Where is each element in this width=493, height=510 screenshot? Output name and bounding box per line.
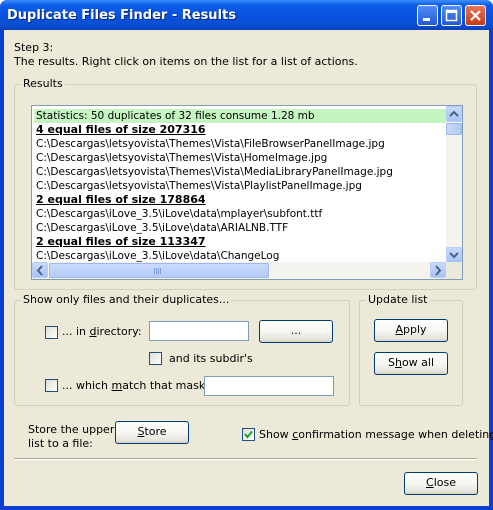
apply-button-key: A <box>395 323 403 336</box>
file-row[interactable]: C:\Descargas\letsyovista\Themes\Vista\Me… <box>36 165 393 179</box>
minimize-icon <box>423 18 430 21</box>
file-row[interactable]: C:\Descargas\letsyovista\Themes\Vista\Ho… <box>36 151 327 165</box>
subdirs-checkbox[interactable] <box>149 352 162 365</box>
close-icon <box>470 10 481 21</box>
vertical-scrollbar[interactable] <box>446 106 462 263</box>
confirm-delete-label-part: Show <box>259 428 293 441</box>
store-label-line2: list to a file: <box>28 437 93 450</box>
confirm-delete-label: Show confirmation message when deleting <box>259 428 493 442</box>
show-all-button-part: S <box>387 356 395 369</box>
step-number: Step 3: <box>14 41 54 54</box>
mask-label-rest: atch that mask: <box>122 379 209 392</box>
step-instructions: Step 3: The results. Right click on item… <box>14 41 358 69</box>
close-button-key: C <box>426 476 434 489</box>
maximize-icon <box>445 9 458 22</box>
show-all-button[interactable]: Show all <box>374 352 448 375</box>
scroll-up-button[interactable] <box>446 106 462 122</box>
in-directory-checkbox[interactable] <box>45 326 58 339</box>
subdirs-label: and its subdir's <box>169 352 253 365</box>
scroll-down-button[interactable] <box>446 247 462 263</box>
minimize-button[interactable] <box>417 5 438 26</box>
checkmark-icon <box>244 430 253 439</box>
confirm-delete-checkbox[interactable] <box>242 428 255 441</box>
store-label: Store the upper list to a file: <box>28 423 114 451</box>
apply-button[interactable]: Apply <box>374 319 448 342</box>
confirm-delete-label-rest: onfirmation message when deleting <box>298 428 493 441</box>
in-directory-label-rest: irectory: <box>96 325 142 338</box>
mask-label-key: m <box>111 379 123 392</box>
statistics-row[interactable]: Statistics: 50 duplicates of 32 files co… <box>34 109 446 123</box>
results-list[interactable]: Statistics: 50 duplicates of 32 files co… <box>31 105 463 280</box>
in-directory-label: ... in directory: <box>62 325 142 339</box>
file-row[interactable]: C:\Descargas\letsyovista\Themes\Vista\Pl… <box>36 179 362 193</box>
window-title: Duplicate Files Finder - Results <box>7 8 236 23</box>
browse-button-label: ... <box>290 324 302 337</box>
bottom-divider <box>14 458 477 460</box>
in-directory-label-key: d <box>89 325 97 338</box>
apply-button-label: pply <box>403 323 427 336</box>
scroll-left-button[interactable] <box>32 262 48 278</box>
scroll-right-button[interactable] <box>430 262 446 278</box>
store-button-label: tore <box>144 425 167 438</box>
group-header-row[interactable]: 2 equal files of size 113347 <box>36 235 206 249</box>
step-description: The results. Right click on items on the… <box>14 55 358 68</box>
group-header-row[interactable]: 4 equal files of size 207316 <box>36 123 206 137</box>
update-list-group-title: Update list <box>366 293 430 307</box>
browse-button[interactable]: ... <box>259 320 333 343</box>
title-bar[interactable]: Duplicate Files Finder - Results <box>0 0 493 30</box>
results-group-title: Results <box>21 77 65 91</box>
group-header-row[interactable]: 2 equal files of size 178864 <box>36 193 206 207</box>
file-row[interactable]: C:\Descargas\iLove_3.5\iLove\data\ARIALN… <box>36 221 288 235</box>
file-row[interactable]: C:\Descargas\iLove_3.5\iLove\data\Change… <box>36 249 279 263</box>
mask-checkbox[interactable] <box>45 379 58 392</box>
file-row[interactable]: C:\Descargas\iLove_3.5\iLove\data\mplaye… <box>36 207 322 221</box>
in-directory-label-part: ... in <box>62 325 90 338</box>
horizontal-scrollbar[interactable] <box>32 262 446 279</box>
maximize-button[interactable] <box>441 5 462 26</box>
mask-label-part: ... which <box>62 379 112 392</box>
show-all-button-key: h <box>394 356 402 369</box>
directory-input[interactable] <box>149 321 249 341</box>
close-button[interactable]: Close <box>404 472 478 495</box>
dialog-client: Step 3: The results. Right click on item… <box>4 30 493 506</box>
grip-icon <box>154 268 162 274</box>
mask-label: ... which match that mask: <box>62 379 209 393</box>
horizontal-scroll-thumb[interactable] <box>49 263 269 278</box>
file-row[interactable]: C:\Descargas\letsyovista\Themes\Vista\Fi… <box>36 137 385 151</box>
chevron-up-icon <box>449 110 459 117</box>
chevron-left-icon <box>36 265 43 276</box>
store-button[interactable]: Store <box>115 421 189 444</box>
chevron-down-icon <box>449 252 459 259</box>
close-window-button[interactable] <box>465 5 486 26</box>
show-all-button-label: ow all <box>401 356 435 369</box>
vertical-scroll-thumb[interactable] <box>446 123 462 135</box>
scrollbar-corner <box>446 262 462 279</box>
dialog-window: Duplicate Files Finder - Results Step 3:… <box>0 0 493 510</box>
chevron-right-icon <box>435 265 442 276</box>
filter-group-title: Show only files and their duplicates... <box>21 293 232 307</box>
close-button-label: lose <box>433 476 456 489</box>
mask-input[interactable] <box>204 376 334 396</box>
store-label-line1: Store the upper <box>28 423 115 436</box>
